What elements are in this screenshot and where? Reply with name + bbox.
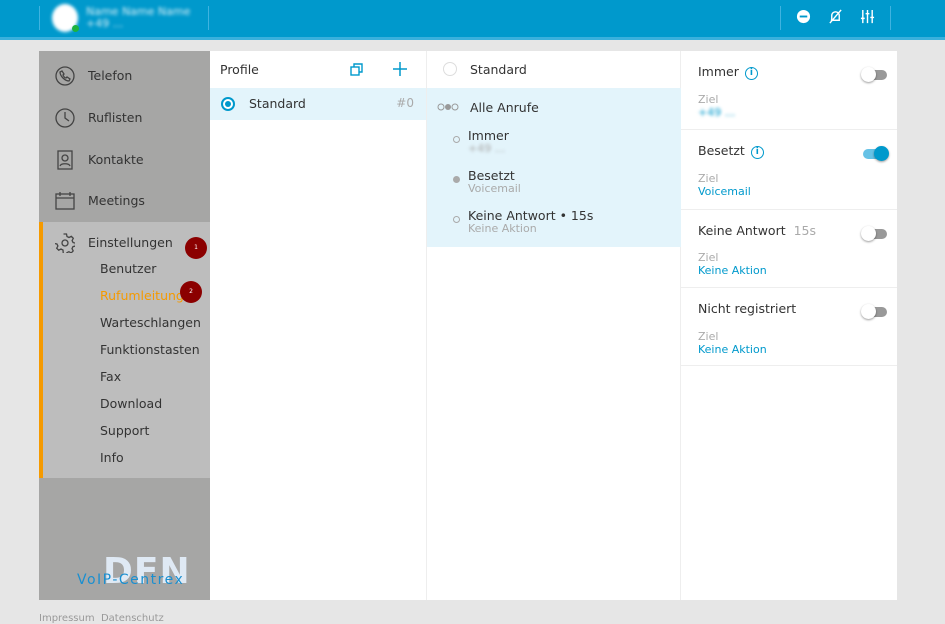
impressum-link[interactable]: Impressum — [39, 613, 95, 624]
dnd-icon[interactable] — [795, 9, 811, 25]
rule-target: Keine Aktion — [468, 222, 537, 235]
rule-target-link[interactable]: Voicemail — [698, 185, 751, 198]
rule-toggle[interactable] — [861, 304, 887, 319]
rule-toggle[interactable] — [861, 226, 887, 241]
rule-title[interactable]: Besetzt — [468, 168, 515, 183]
ziel-label: Ziel — [698, 251, 719, 264]
rule-target-link[interactable]: +49 ... — [698, 106, 735, 119]
profile-name: Standard — [249, 96, 306, 111]
rule-nicht-registriert: Nicht registriert Ziel Keine Aktion — [681, 288, 897, 366]
divider — [208, 6, 209, 30]
info-icon[interactable]: i — [744, 67, 758, 80]
rule-toggle[interactable] — [863, 146, 889, 161]
profile-code: #0 — [396, 96, 414, 110]
settings-section: Einstellungen 1 Benutzer Rufumleitung 2 … — [39, 222, 210, 478]
notification-badge: 1 — [185, 237, 207, 259]
rule-keine-antwort: Keine Antwort 15s Ziel Keine Aktion — [681, 210, 897, 288]
user-info: Name Name Name +49 ... — [86, 6, 190, 30]
rule-title[interactable]: Keine Antwort • 15s — [468, 208, 593, 223]
sidebar-item-meetings[interactable]: Meetings — [39, 180, 210, 221]
panel-title: Profile — [220, 62, 259, 77]
sidebar-subitem-benutzer[interactable]: Benutzer — [100, 261, 156, 276]
rule-delay: 15s — [793, 223, 817, 238]
datenschutz-link[interactable]: Datenschutz — [101, 613, 164, 624]
profile-radio[interactable] — [443, 62, 457, 76]
divider — [780, 6, 781, 30]
mute-icon[interactable] — [827, 9, 843, 25]
sidebar-item-label: Einstellungen — [88, 235, 173, 250]
ziel-label: Ziel — [698, 330, 719, 343]
divider — [39, 6, 40, 30]
calendar-icon — [55, 191, 75, 210]
presence-status-icon — [72, 25, 79, 32]
footer: Impressum Datenschutz — [39, 613, 164, 624]
ziel-label: Ziel — [698, 93, 719, 106]
sidebar-subitem-download[interactable]: Download — [100, 396, 162, 411]
profiles-panel: Profile Standard #0 — [210, 51, 427, 600]
rule-title: Immer — [698, 64, 739, 79]
rule-title: Keine Antwort — [698, 223, 786, 238]
ziel-label: Ziel — [698, 172, 719, 185]
rule-besetzt: Besetzt i Ziel Voicemail — [681, 130, 897, 210]
rule-title[interactable]: Immer — [468, 128, 509, 143]
rules-panel: Immer i Ziel +49 ... Besetzt i Ziel Voicem… — [681, 51, 897, 600]
sidebar-subitem-rufumleitung[interactable]: Rufumleitung — [100, 288, 184, 303]
rule-target-link[interactable]: Keine Aktion — [698, 264, 767, 277]
rule-title: Besetzt — [698, 143, 745, 158]
profile-name: Standard — [470, 62, 527, 77]
brand-name: VoIP-Centrex — [77, 572, 185, 588]
sidebar-item-label: Meetings — [88, 193, 145, 208]
rule-toggle[interactable] — [861, 67, 887, 82]
sidebar-subitem-info[interactable]: Info — [100, 450, 124, 465]
rules-group: Alle Anrufe Immer +49 ... Besetzt Voicem… — [427, 88, 681, 247]
user-number: +49 ... — [86, 17, 124, 30]
profile-item[interactable]: Standard #0 — [210, 88, 426, 120]
sidebar-item-label: Telefon — [88, 68, 133, 83]
settings-sliders-icon[interactable] — [859, 9, 875, 25]
sidebar: Telefon Ruflisten Kontakte Meetings Eins… — [39, 51, 210, 600]
sidebar-subitem-fax[interactable]: Fax — [100, 369, 121, 384]
notification-badge: 2 — [180, 281, 202, 303]
sidebar-item-kontakte[interactable]: Kontakte — [39, 139, 210, 180]
divider — [890, 6, 891, 30]
sidebar-item-label: Kontakte — [88, 152, 144, 167]
add-icon[interactable] — [393, 62, 407, 76]
phone-icon — [55, 65, 75, 86]
rule-title: Nicht registriert — [698, 301, 797, 316]
sidebar-item-label: Ruflisten — [88, 110, 143, 125]
sidebar-subitem-warteschlangen[interactable]: Warteschlangen — [100, 315, 201, 330]
rule-target: +49 ... — [468, 142, 506, 155]
sidebar-subitem-funktionstasten[interactable]: Funktionstasten — [100, 342, 200, 357]
call-group-icon — [437, 103, 459, 111]
top-bar: Name Name Name +49 ... — [0, 0, 945, 40]
profile-radio[interactable] — [221, 97, 235, 111]
sidebar-item-ruflisten[interactable]: Ruflisten — [39, 97, 210, 138]
profile-detail-panel: Standard Alle Anrufe Immer +49 ... Beset… — [427, 51, 681, 600]
rule-immer: Immer i Ziel +49 ... — [681, 51, 897, 130]
rule-target: Voicemail — [468, 182, 521, 195]
gear-icon — [55, 232, 75, 253]
group-title: Alle Anrufe — [470, 100, 539, 115]
sidebar-item-einstellungen[interactable]: Einstellungen — [39, 222, 210, 263]
clock-icon — [55, 107, 75, 128]
contact-icon — [57, 149, 73, 170]
sidebar-subitem-support[interactable]: Support — [100, 423, 149, 438]
copy-icon[interactable] — [350, 63, 363, 76]
sidebar-item-telefon[interactable]: Telefon — [39, 55, 210, 96]
info-icon[interactable]: i — [750, 146, 764, 159]
rule-target-link[interactable]: Keine Aktion — [698, 343, 767, 356]
status-dot — [453, 216, 460, 223]
status-dot — [453, 136, 460, 143]
status-dot — [453, 176, 460, 183]
